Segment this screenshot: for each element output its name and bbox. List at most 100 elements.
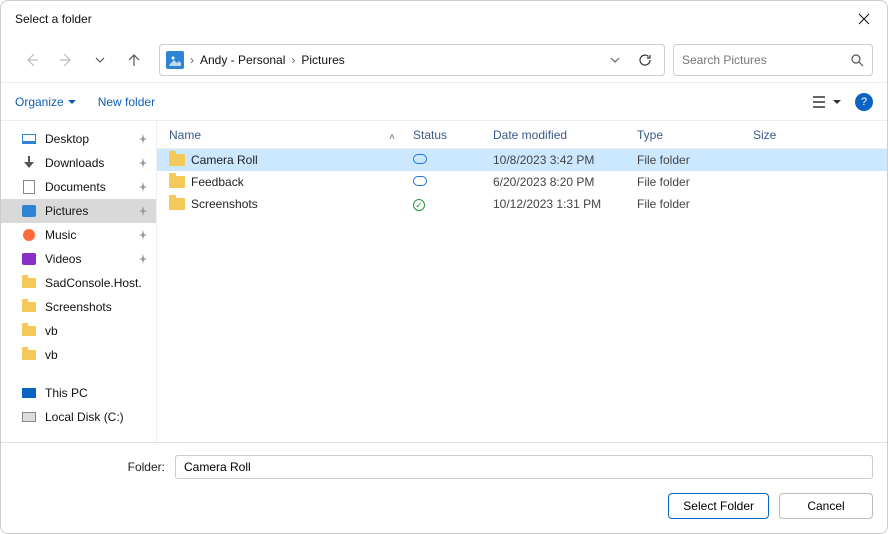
view-options-button[interactable] (813, 95, 841, 109)
pin-icon (138, 206, 148, 216)
caret-down-icon (68, 98, 76, 106)
sidebar-item-label: Videos (45, 252, 81, 266)
column-type[interactable]: Type (637, 128, 753, 142)
sidebar-item-label: Documents (45, 180, 106, 194)
sidebar-item-label: vb (45, 324, 58, 338)
pin-icon (138, 158, 148, 168)
folder-icon (21, 347, 37, 363)
address-history-button[interactable] (610, 55, 620, 65)
file-rows: Camera Roll 10/8/2023 3:42 PM File folder F… (157, 149, 887, 442)
back-button[interactable] (21, 49, 43, 71)
recent-locations-button[interactable] (89, 49, 111, 71)
sidebar-item-sadconsole-host-[interactable]: SadConsole.Host. (1, 271, 156, 295)
file-list: Name˄ Status Date modified Type Size Cam… (157, 121, 887, 442)
disk-icon (21, 409, 37, 425)
arrow-up-icon (126, 52, 142, 68)
synced-status-icon: ✓ (413, 199, 425, 211)
file-row[interactable]: Screenshots ✓ 10/12/2023 1:31 PMFile folde… (157, 193, 887, 215)
row-date: 10/12/2023 1:31 PM (493, 197, 637, 211)
row-type: File folder (637, 197, 753, 211)
folder-icon (21, 323, 37, 339)
search-icon (850, 53, 864, 67)
folder-icon (169, 198, 185, 210)
sidebar-item-label: Local Disk (C:) (45, 410, 124, 424)
file-row[interactable]: Feedback6/20/2023 8:20 PMFile folder (157, 171, 887, 193)
sidebar-item-documents[interactable]: Documents (1, 175, 156, 199)
chevron-down-icon (95, 55, 105, 65)
music-icon (21, 227, 37, 243)
row-name: Feedback (191, 175, 244, 189)
sidebar-item-label: Desktop (45, 132, 89, 146)
sidebar-item-local-disk-c-[interactable]: Local Disk (C:) (1, 405, 156, 429)
cancel-button[interactable]: Cancel (779, 493, 873, 519)
folder-picker-dialog: Select a folder › Andy - Perso (0, 0, 888, 534)
sidebar-item-label: vb (45, 348, 58, 362)
folder-label: Folder: (15, 460, 165, 474)
column-headers: Name˄ Status Date modified Type Size (157, 121, 887, 149)
dialog-title: Select a folder (15, 12, 841, 26)
folder-icon (169, 176, 185, 188)
column-date[interactable]: Date modified (493, 128, 637, 142)
arrow-left-icon (24, 52, 40, 68)
row-name: Screenshots (191, 197, 258, 211)
sidebar-item-vb[interactable]: vb (1, 343, 156, 367)
sidebar-item-music[interactable]: Music (1, 223, 156, 247)
caret-down-icon (833, 98, 841, 106)
organize-label: Organize (15, 95, 64, 109)
breadcrumb-current[interactable]: Pictures (301, 53, 344, 67)
sidebar-item-vb[interactable]: vb (1, 319, 156, 343)
sidebar-item-this-pc[interactable]: This PC (1, 381, 156, 405)
cloud-status-icon (413, 176, 427, 186)
organize-button[interactable]: Organize (15, 95, 76, 109)
column-status[interactable]: Status (413, 128, 493, 142)
sidebar-item-desktop[interactable]: Desktop (1, 127, 156, 151)
sidebar-item-label: Screenshots (45, 300, 112, 314)
sidebar-item-downloads[interactable]: Downloads (1, 151, 156, 175)
close-button[interactable] (841, 1, 887, 37)
sidebar: Desktop Downloads Documents Pictures Music Vi… (1, 121, 157, 442)
video-icon (21, 251, 37, 267)
arrow-right-icon (58, 52, 74, 68)
row-name: Camera Roll (191, 153, 258, 167)
file-row[interactable]: Camera Roll10/8/2023 3:42 PMFile folder (157, 149, 887, 171)
monitor-icon (21, 131, 37, 147)
close-icon (858, 13, 870, 25)
up-button[interactable] (123, 49, 145, 71)
folder-icon (169, 154, 185, 166)
sidebar-item-label: This PC (45, 386, 88, 400)
new-folder-label: New folder (98, 95, 155, 109)
column-name[interactable]: Name˄ (157, 128, 413, 142)
select-folder-button[interactable]: Select Folder (668, 493, 769, 519)
refresh-icon (638, 53, 652, 67)
sort-indicator-icon: ˄ (389, 132, 395, 143)
dialog-footer: Folder: Select Folder Cancel (1, 442, 887, 533)
pin-icon (138, 254, 148, 264)
row-date: 10/8/2023 3:42 PM (493, 153, 637, 167)
forward-button[interactable] (55, 49, 77, 71)
folder-name-input[interactable] (175, 455, 873, 479)
titlebar: Select a folder (1, 1, 887, 37)
pictures-icon (21, 203, 37, 219)
column-size[interactable]: Size (753, 128, 813, 142)
new-folder-button[interactable]: New folder (98, 95, 155, 109)
help-button[interactable]: ? (855, 93, 873, 111)
folder-icon (21, 299, 37, 315)
sidebar-item-pictures[interactable]: Pictures (1, 199, 156, 223)
pc-icon (21, 385, 37, 401)
nav-bar: › Andy - Personal › Pictures Search Pict… (1, 37, 887, 83)
sidebar-item-videos[interactable]: Videos (1, 247, 156, 271)
cloud-status-icon (413, 154, 427, 164)
search-input[interactable]: Search Pictures (673, 44, 873, 76)
sidebar-item-label: Music (45, 228, 76, 242)
pin-icon (138, 230, 148, 240)
sidebar-item-screenshots[interactable]: Screenshots (1, 295, 156, 319)
pin-icon (138, 182, 148, 192)
folder-icon (21, 275, 37, 291)
address-bar[interactable]: › Andy - Personal › Pictures (159, 44, 665, 76)
nav-buttons (15, 49, 151, 71)
doc-icon (21, 179, 37, 195)
list-view-icon (813, 95, 829, 109)
refresh-button[interactable] (638, 53, 652, 67)
sidebar-item-label: SadConsole.Host. (45, 276, 142, 290)
breadcrumb-root[interactable]: Andy - Personal (200, 53, 285, 67)
